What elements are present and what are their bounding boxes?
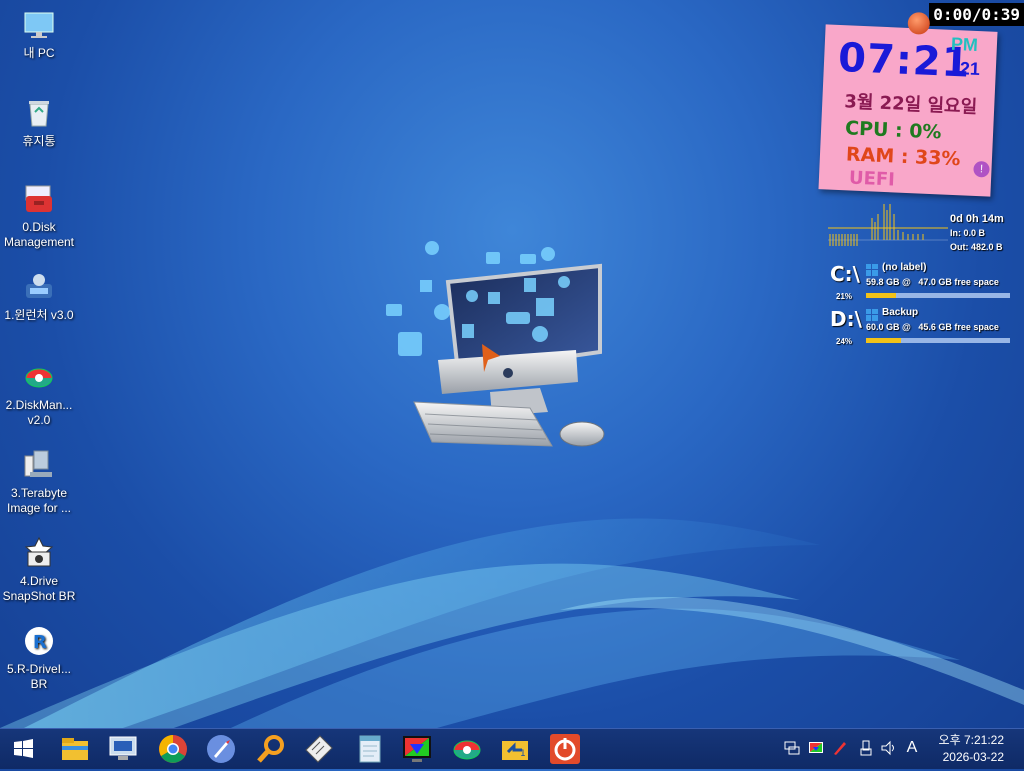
taskbar-disk-manager-button[interactable] xyxy=(450,732,484,766)
desktop-icon-label: 5.R-DriveI... BR xyxy=(6,662,71,691)
windows-drive-icon xyxy=(866,309,878,321)
desktop-icon-label: 2.DiskMan... v2.0 xyxy=(5,398,73,427)
network-monitor: 0d 0h 14m In: 0.0 B Out: 482.0 B xyxy=(828,200,1014,260)
taskbar-notepad-button[interactable] xyxy=(352,732,386,766)
desktop-icon-label: 휴지통 xyxy=(22,134,56,148)
taskbar-chrome-button[interactable] xyxy=(156,732,190,766)
network-graph xyxy=(828,204,948,246)
desktop-icon[interactable]: R 5.R-DriveI... BR xyxy=(0,624,78,692)
note-ampm: PM xyxy=(950,33,979,55)
recycle-bin-icon xyxy=(22,96,56,130)
color-tray-icon[interactable] xyxy=(808,739,824,757)
power-button-icon xyxy=(548,734,582,770)
taskbar-keyboard-tool-button[interactable] xyxy=(302,732,336,766)
drive-name: (no label) xyxy=(882,262,927,273)
svg-text:1: 1 xyxy=(520,749,526,759)
disk-manager-icon xyxy=(450,740,484,770)
desktop-icon-label: 0.Disk Management xyxy=(3,220,75,249)
folder-sync-icon: 1 xyxy=(498,741,532,770)
windows-logo-icon xyxy=(14,739,33,758)
sticky-note-clock[interactable]: 07:21 PM :21 3월 22일 일요일 CPU : 0% RAM : 3… xyxy=(818,11,998,197)
file-explorer-icon xyxy=(58,738,92,770)
svg-text:R: R xyxy=(33,632,47,653)
desktop-icon-label: 내 PC xyxy=(23,46,55,60)
desktop-icon[interactable]: 3.Terabyte Image for ... xyxy=(0,448,78,516)
drive-usage-bar xyxy=(866,293,1010,298)
drive-widget: C:\ (no label) 59.8 GB @ 47.0 GB free spac… xyxy=(828,262,1014,306)
drive-size: 59.8 GB @ 47.0 GB free space xyxy=(866,277,999,287)
drive-total: 60.0 GB @ xyxy=(866,322,911,332)
taskbar-folder-sync-button[interactable]: 1 xyxy=(498,732,532,766)
usb-tray-icon[interactable] xyxy=(858,739,874,757)
taskbar-file-explorer-button[interactable] xyxy=(58,732,92,766)
drive-size: 60.0 GB @ 45.6 GB free space xyxy=(866,322,999,332)
taskbar-power-button-button[interactable] xyxy=(548,732,582,766)
drive-free: 47.0 GB free space xyxy=(918,277,999,287)
disk-manager-icon xyxy=(22,360,56,394)
desktop-icon[interactable]: 0.Disk Management xyxy=(0,182,78,250)
snapshot-icon xyxy=(22,536,56,570)
drive-free: 45.6 GB free space xyxy=(918,322,999,332)
desktop-icon[interactable]: 4.Drive SnapShot BR xyxy=(0,536,78,604)
search-magnifier-icon xyxy=(254,735,288,770)
this-pc-icon xyxy=(106,736,140,770)
tray-date: 2026-03-22 xyxy=(942,750,1004,764)
ime-indicator[interactable]: A xyxy=(904,739,920,757)
drive-usage-bar xyxy=(866,338,1010,343)
drive-total: 59.8 GB @ xyxy=(866,277,911,287)
tray-time: 오후 7:21:22 xyxy=(938,733,1004,747)
color-monitor-icon xyxy=(400,736,434,770)
drive-usage-fill xyxy=(866,293,897,298)
desktop-icon-label: 1.윈런처 v3.0 xyxy=(4,308,74,322)
countdown-timer: 0:00/0:39 xyxy=(929,3,1024,26)
keyboard-tool-icon xyxy=(302,735,336,770)
taskbar-rocket-launcher-button[interactable] xyxy=(204,732,238,766)
drive-letter: D:\ xyxy=(830,307,862,331)
note-cpu: CPU : 0% xyxy=(844,117,942,144)
monitor-icon xyxy=(22,8,56,42)
desktop-icon[interactable]: 2.DiskMan... v2.0 xyxy=(0,360,78,428)
notepad-icon xyxy=(352,735,386,770)
note-boot-mode: UEFI xyxy=(848,167,896,191)
pen-tray-icon[interactable] xyxy=(832,739,848,757)
tray-clock[interactable]: 오후 7:21:22 2026-03-22 xyxy=(939,732,1004,766)
terabyte-icon xyxy=(22,448,56,482)
launcher-icon xyxy=(22,270,56,304)
note-date: 3월 22일 일요일 xyxy=(843,91,978,119)
windows-drive-icon xyxy=(866,264,878,276)
toolbox-icon xyxy=(22,182,56,216)
desktop-icon-label: 4.Drive SnapShot BR xyxy=(2,574,76,603)
computer-illustration xyxy=(386,241,605,447)
drive-widget: D:\ Backup 60.0 GB @ 45.6 GB free space 24% xyxy=(828,307,1014,351)
network-tray-icon[interactable] xyxy=(784,739,800,757)
chrome-icon xyxy=(156,735,190,770)
desktop-icon[interactable]: 1.윈런처 v3.0 xyxy=(0,270,78,323)
speaker-tray-icon[interactable] xyxy=(880,739,896,757)
desktop-icon[interactable]: 휴지통 xyxy=(0,96,78,149)
rdrive-icon: R xyxy=(22,624,56,658)
pushpin-icon xyxy=(907,11,931,35)
taskbar-color-monitor-button[interactable] xyxy=(400,732,434,766)
drive-percent: 21% xyxy=(836,292,853,301)
desktop-icon[interactable]: 내 PC xyxy=(0,8,78,61)
info-icon[interactable]: ! xyxy=(973,160,990,178)
taskbar-search-magnifier-button[interactable] xyxy=(254,732,288,766)
desktop-icon-label: 3.Terabyte Image for ... xyxy=(6,486,72,515)
drive-usage-fill xyxy=(866,338,901,343)
network-in: In: 0.0 B xyxy=(950,228,986,238)
start-button[interactable] xyxy=(6,732,40,766)
taskbar-this-pc-button[interactable] xyxy=(106,732,140,766)
network-uptime: 0d 0h 14m xyxy=(950,213,1004,225)
note-ram: RAM : 33% xyxy=(845,143,961,171)
drive-name: Backup xyxy=(882,307,919,318)
taskbar: 1 A 오후 7:21:22 2026-03-22 xyxy=(0,728,1024,769)
drive-letter: C:\ xyxy=(830,262,860,286)
rocket-launcher-icon xyxy=(204,735,238,770)
drive-percent: 24% xyxy=(836,337,853,346)
network-out: Out: 482.0 B xyxy=(950,242,1003,252)
note-seconds: :21 xyxy=(953,57,981,80)
